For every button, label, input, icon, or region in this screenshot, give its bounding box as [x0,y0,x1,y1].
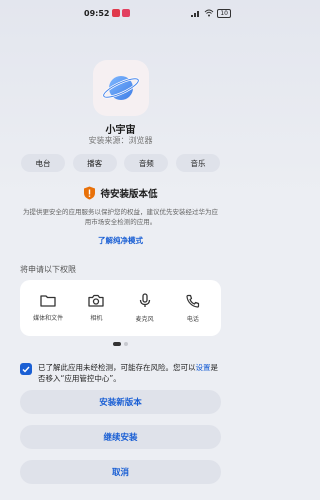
warning-title: 待安装版本低 [100,189,158,200]
app-tag: 播客 [72,154,117,172]
permission-phone: 电话 [173,294,213,323]
check-icon [22,366,30,373]
app-tag: 音频 [124,154,169,172]
notification-app-icon [122,9,131,17]
planet-icon [101,76,140,100]
permissions-card[interactable]: 媒体和文件 相机 麦克风 电话 [20,280,221,336]
notification-app-icon [112,9,121,17]
status-indicators: 10 [191,8,231,18]
permission-label: 电话 [186,315,199,323]
install-source: 安装来源：浏览器 [88,136,153,145]
consent-text-before: 已了解此应用未经检测，可能存在风险。您可以 [38,363,196,372]
app-tags: 电台 播客 音频 音乐 [21,154,220,172]
consent-text: 已了解此应用未经检测，可能存在风险。您可以设置是否移入“应用管控中心”。 [38,362,221,384]
permission-camera: 相机 [76,294,116,322]
install-new-version-button[interactable]: 安装新版本 [20,390,221,414]
page-indicator [0,342,241,346]
continue-install-button[interactable]: 继续安装 [20,425,221,449]
consent-row: 已了解此应用未经检测，可能存在风险。您可以设置是否移入“应用管控中心”。 [20,362,221,384]
warning-shield-icon [84,186,96,200]
app-icon [92,60,149,116]
permission-label: 媒体和文件 [33,315,64,322]
camera-icon [88,294,105,307]
permission-label: 相机 [90,315,103,322]
phone-icon [186,294,199,308]
settings-link[interactable]: 设置 [196,363,211,372]
cancel-button[interactable]: 取消 [20,460,221,484]
app-tag: 电台 [21,154,65,172]
learn-pure-mode-link[interactable]: 了解纯净模式 [0,235,241,246]
warning-description: 为提供更安全的应用服务以保护您的权益，建议优先安装经过华为应用市场安全检测的应用… [23,208,218,226]
permission-microphone: 麦克风 [125,293,165,323]
permission-label: 麦克风 [135,316,154,323]
battery-indicator: 10 [217,8,231,18]
permissions-title: 将申请以下权限 [20,265,76,274]
page-dot-active [113,342,121,346]
warning-header: 待安装版本低 [0,186,241,200]
signal-icon [191,11,200,17]
page-dot [124,342,128,346]
app-name: 小宇宙 [105,125,136,136]
status-bar: 09:52 10 [0,0,241,26]
app-tag: 音乐 [175,154,220,172]
microphone-icon [139,293,150,307]
permission-media-files: 媒体和文件 [28,294,68,322]
folder-icon [40,295,56,307]
consent-checkbox[interactable] [20,363,32,375]
status-time: 09:52 [84,8,110,18]
wifi-icon [205,9,214,17]
